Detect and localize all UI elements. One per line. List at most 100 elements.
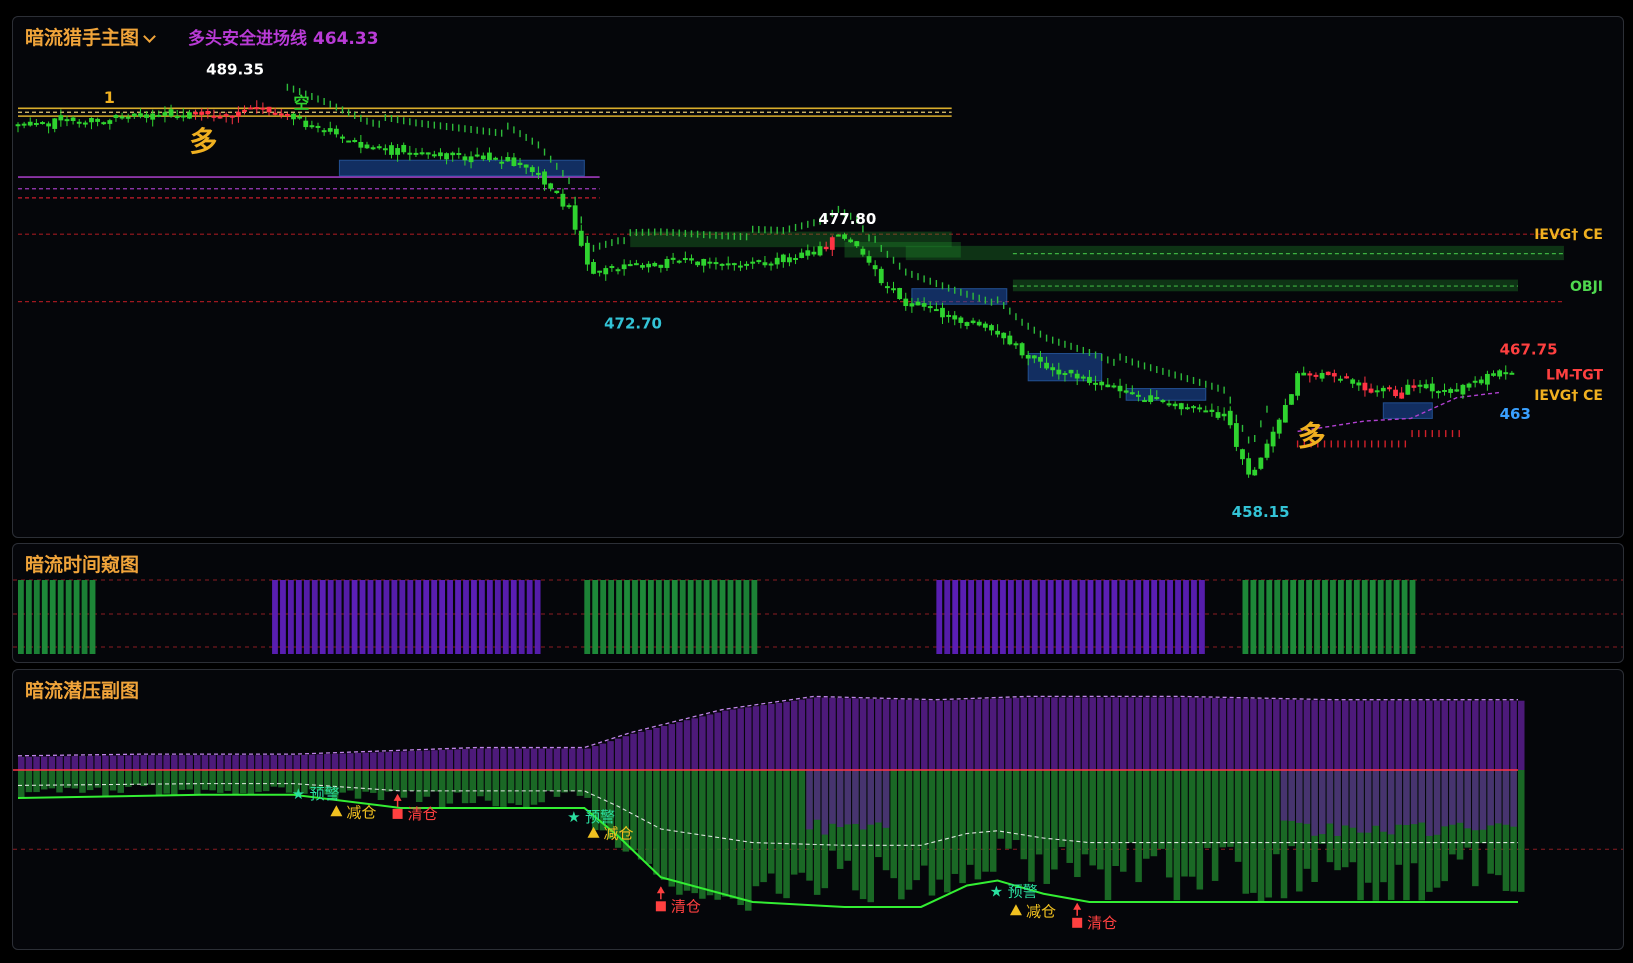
pressure-bar-up xyxy=(1250,698,1257,770)
pressure-bar-overlap xyxy=(1364,770,1372,833)
pressure-bar-up xyxy=(882,699,890,770)
candle-body xyxy=(1209,409,1215,412)
time-window-bar xyxy=(1393,580,1400,654)
pressure-bar-overlap xyxy=(1380,770,1387,832)
pressure-bar-up xyxy=(1303,700,1311,770)
pressure-bar-up xyxy=(1173,697,1181,770)
time-window-bar xyxy=(1298,580,1305,654)
time-window-bar xyxy=(81,580,88,654)
pressure-bar-up xyxy=(1051,697,1058,770)
pressure-bar-up xyxy=(653,727,660,770)
candle-body xyxy=(1497,370,1503,377)
candle-body xyxy=(909,303,915,307)
candle-body xyxy=(150,113,156,120)
candle-body xyxy=(1056,369,1062,375)
pressure-bar-down xyxy=(163,770,170,794)
pressure-bar-overlap xyxy=(1472,770,1479,831)
time-window-bar xyxy=(608,580,615,654)
pressure-bar-down xyxy=(515,770,522,805)
candle-body xyxy=(474,154,480,157)
price-chart-canvas[interactable]: 489.35477.80472.70458.15467.75463空多多1IEV… xyxy=(13,17,1623,537)
time-window-bar xyxy=(351,580,358,654)
time-window-canvas[interactable] xyxy=(13,544,1623,662)
candle-body xyxy=(193,112,198,115)
pressure-bar-up xyxy=(1472,700,1479,770)
pressure-bar-overlap xyxy=(867,770,874,825)
candle-body xyxy=(1301,372,1307,376)
pressure-bar-up xyxy=(194,755,201,770)
candle-body xyxy=(260,107,266,110)
candle-body xyxy=(493,157,498,160)
candle-body xyxy=(376,146,382,149)
time-window-panel[interactable]: 暗流时间窥图 xyxy=(12,543,1624,663)
pressure-bar-down xyxy=(691,770,698,894)
pressure-bar-up xyxy=(40,756,48,770)
time-window-bar xyxy=(1338,580,1344,654)
time-window-bar xyxy=(976,580,982,654)
pressure-bar-up xyxy=(706,714,714,770)
pressure-bar-up xyxy=(1418,700,1426,770)
pressure-bar-up xyxy=(599,743,607,770)
candle-body xyxy=(817,246,823,256)
candle-body xyxy=(144,114,149,118)
time-panel-title: 暗流时间窥图 xyxy=(25,554,140,576)
pressure-bar-down xyxy=(722,770,729,897)
pressure-bar-down xyxy=(921,770,928,866)
pressure-chart-canvas[interactable]: ★ 预警减仓 清仓 ★ 预警减仓清仓★ 预警减仓清仓 xyxy=(13,670,1623,949)
pressure-bar-up xyxy=(492,748,499,770)
main-panel-title[interactable]: 暗流猎手主图 xyxy=(25,23,158,50)
pressure-bar-up xyxy=(308,754,316,770)
pressure-bar-up xyxy=(515,748,522,770)
pressure-bar-up xyxy=(415,750,423,770)
pressure-panel[interactable]: 暗流潜压副图 ★ 预警 减仓 清仓 ★ 预警 减仓 清仓 ★ 预警 减仓 清仓 xyxy=(12,669,1624,950)
main-chart-panel[interactable]: 暗流猎手主图 多头安全进场线 464.33 489.35 477.80 472.70… xyxy=(12,16,1624,538)
pressure-bar-up xyxy=(637,731,645,770)
pressure-bar-up xyxy=(1518,700,1525,770)
candle-body xyxy=(217,116,223,119)
pressure-bar-down xyxy=(966,770,974,865)
candle-body xyxy=(297,116,303,119)
time-window-bar xyxy=(1143,580,1150,654)
pressure-bar-up xyxy=(913,700,920,770)
time-window-bar xyxy=(624,580,630,654)
candle-body xyxy=(462,156,468,161)
candle-body xyxy=(1166,403,1172,406)
candle-body xyxy=(591,262,596,274)
candle-body xyxy=(989,325,994,331)
chevron-down-icon[interactable] xyxy=(143,30,156,43)
pressure-bar-up xyxy=(561,748,568,770)
pressure-bar-down xyxy=(492,770,499,807)
pressure-bar-up xyxy=(301,754,308,770)
time-window-bar xyxy=(1242,580,1249,654)
exit-square-icon xyxy=(392,808,403,819)
candle-body xyxy=(548,183,554,189)
pressure-bar-up xyxy=(1357,700,1364,770)
pressure-bar-up xyxy=(859,698,867,770)
candle-body xyxy=(1099,381,1105,386)
candle-body xyxy=(1172,403,1178,407)
pressure-bar-down xyxy=(898,770,905,900)
candle-body xyxy=(1509,372,1515,375)
pressure-bar-down xyxy=(385,770,392,792)
candle-body xyxy=(1264,443,1270,458)
pressure-bar-down xyxy=(959,770,966,884)
candle-body xyxy=(995,330,1000,335)
candle-body xyxy=(811,251,817,255)
candle-body xyxy=(1325,371,1331,376)
pressure-bar-down xyxy=(683,770,691,891)
time-window-bar xyxy=(471,580,477,654)
pressure-bar-down xyxy=(553,770,561,797)
pressure-bar-up xyxy=(1372,700,1380,770)
pressure-bar-up xyxy=(875,699,882,770)
candle-body xyxy=(836,234,841,237)
candle-body xyxy=(113,114,119,118)
time-window-bar xyxy=(73,580,80,654)
candle-body xyxy=(174,116,180,119)
candle-body xyxy=(456,152,462,155)
time-window-bar xyxy=(1039,580,1046,654)
pressure-bar-down xyxy=(905,770,913,890)
pressure-bar-up xyxy=(285,755,293,770)
pressure-bar-up xyxy=(523,748,530,770)
time-window-bar xyxy=(272,580,278,654)
pressure-bar-overlap xyxy=(1288,770,1295,821)
